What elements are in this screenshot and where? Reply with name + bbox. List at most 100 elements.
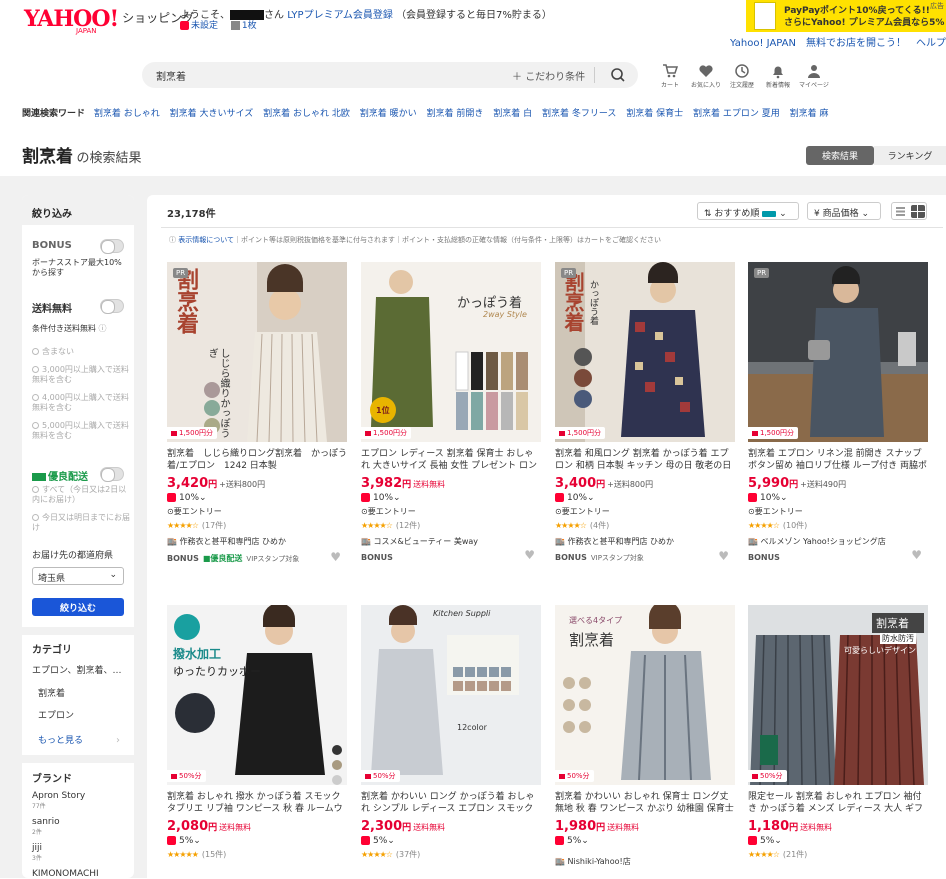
related-word[interactable]: 割烹着 大きいサイズ bbox=[170, 109, 254, 119]
brand-item[interactable]: sanrio 2件 bbox=[32, 817, 60, 836]
points-rate[interactable]: 10%⌄ bbox=[555, 493, 735, 503]
mypage-button[interactable]: マイページ bbox=[796, 63, 832, 89]
info-link[interactable]: 表示情報について bbox=[178, 236, 234, 244]
order-history-button[interactable]: 注文履歴 bbox=[724, 63, 760, 89]
product-image[interactable]: 割烹着 防水防汚 可愛らしいデザイン 50%分 bbox=[748, 605, 928, 785]
product-card[interactable]: かっぽう着 2way Style 1位 1,500円分 エプロン レディース 割… bbox=[361, 262, 541, 562]
product-image[interactable]: かっぽう着 2way Style 1位 1,500円分 bbox=[361, 262, 541, 442]
product-card[interactable]: 割烹着 防水防汚 可愛らしいデザイン 50%分 限定セール 割烹着 おしゃれ エ… bbox=[748, 605, 928, 860]
favorite-heart-icon[interactable]: ♥ bbox=[330, 550, 341, 564]
bonus-toggle[interactable] bbox=[100, 239, 124, 254]
layout-toggle[interactable] bbox=[891, 202, 927, 220]
product-title[interactable]: 割烹着 かわいい ロング かっぽう着 おしゃれ シンプル レディース エプロン … bbox=[361, 791, 541, 815]
points-rate[interactable]: 10%⌄ bbox=[167, 493, 347, 503]
product-card[interactable]: Kitchen Suppli 12color 50%分 割烹着 かわいい ロング… bbox=[361, 605, 541, 860]
favorite-heart-icon[interactable]: ♥ bbox=[718, 549, 729, 563]
favorite-heart-icon[interactable]: ♥ bbox=[911, 548, 922, 562]
fast-delivery-toggle[interactable] bbox=[100, 467, 124, 482]
product-image[interactable]: 選べる4タイプ 割烹着 50%分 bbox=[555, 605, 735, 785]
related-word[interactable]: 割烹着 エプロン 夏用 bbox=[693, 109, 780, 119]
coupon-status[interactable]: 1枚 bbox=[242, 21, 257, 31]
store-link[interactable]: 🏬 作務衣と甚平和専門店 ひめか bbox=[167, 536, 347, 547]
product-card[interactable]: 撥水加工 ゆったりカッポー 50%分 割烹着 おしゃれ 撥水 かっぽう着 スモッ… bbox=[167, 605, 347, 860]
related-word[interactable]: 割烹着 麻 bbox=[790, 109, 829, 119]
rating[interactable]: ★★★★☆ (10件) bbox=[748, 520, 928, 531]
prefecture-select[interactable]: 埼玉県 ⌄ bbox=[32, 567, 124, 585]
points-rate[interactable]: 5%⌄ bbox=[361, 836, 541, 846]
brand-item[interactable]: Apron Story 77件 bbox=[32, 791, 85, 810]
related-word[interactable]: 割烹着 前開き bbox=[426, 109, 483, 119]
product-image[interactable]: 割烹着 しじら織りかっぽうぎ PR 1,500円分 bbox=[167, 262, 347, 442]
product-image[interactable]: 撥水加工 ゆったりカッポー 50%分 bbox=[167, 605, 347, 785]
store-link[interactable]: 🏬 コスメ&ビューティー 美way bbox=[361, 536, 541, 547]
product-title[interactable]: 割烹着 しじら織りロング割烹着 かっぽう着/エプロン 1242 日本製 bbox=[167, 448, 347, 472]
grid-view-icon[interactable] bbox=[911, 205, 925, 218]
points-rate[interactable]: 5%⌄ bbox=[555, 836, 735, 846]
category-item[interactable]: 割烹着 bbox=[38, 686, 65, 699]
related-word[interactable]: 割烹着 おしゃれ 北欧 bbox=[263, 109, 350, 119]
store-link[interactable]: 🏬 作務衣と甚平和専門店 ひめか bbox=[555, 536, 735, 547]
rating[interactable]: ★★★★☆ (12件) bbox=[361, 520, 541, 531]
paypay-status[interactable]: 未設定 bbox=[191, 21, 218, 31]
search-input[interactable]: 割烹着 bbox=[156, 68, 186, 83]
store-link[interactable]: 🏬 Nishiki-Yahoo!店 bbox=[555, 856, 735, 867]
points-rate[interactable]: 10%⌄ bbox=[748, 493, 928, 503]
store-link[interactable]: 🏬 ベルメゾン Yahoo!ショッピング店 bbox=[748, 536, 928, 547]
points-rate[interactable]: 5%⌄ bbox=[167, 836, 347, 846]
product-card[interactable]: 割烹着 かっぽう着 PR 1,500円分 割烹着 和風ロング 割烹着 かっぽう着… bbox=[555, 262, 735, 563]
category-item[interactable]: エプロン bbox=[38, 708, 74, 721]
free-shipping-toggle[interactable] bbox=[100, 299, 124, 314]
cart-button[interactable]: カート bbox=[652, 63, 688, 89]
related-word[interactable]: 割烹着 暖かい bbox=[360, 109, 417, 119]
points-rate[interactable]: 5%⌄ bbox=[748, 836, 928, 846]
sort-select[interactable]: ⇅ おすすめ順 ⌄ bbox=[697, 202, 799, 220]
opt-3000[interactable]: 3,000円以上購入で送料無料を含む bbox=[32, 365, 130, 385]
search-box[interactable]: 割烹着 ＋ こだわり条件 bbox=[142, 62, 638, 88]
product-image[interactable]: 割烹着 かっぽう着 PR 1,500円分 bbox=[555, 262, 735, 442]
product-title[interactable]: エプロン レディース 割烹着 保育士 おしゃれ 大きいサイズ 長袖 女性 プレゼ… bbox=[361, 448, 541, 472]
paypay-promo-banner[interactable]: PayPayポイント10%戻ってくる!! さらにYahoo! プレミアム会員なら… bbox=[746, 0, 946, 32]
opt-5000[interactable]: 5,000円以上購入で送料無料を含む bbox=[32, 421, 130, 441]
favorite-heart-icon[interactable]: ♥ bbox=[524, 548, 535, 562]
rating[interactable]: ★★★★☆ (21件) bbox=[748, 849, 928, 860]
rating[interactable]: ★★★★☆ (37件) bbox=[361, 849, 541, 860]
narrow-down-button[interactable]: 絞り込む bbox=[32, 598, 124, 616]
product-title[interactable]: 割烹着 おしゃれ 撥水 かっぽう着 スモック タブリエ リブ袖 ワンピース 秋 … bbox=[167, 791, 347, 815]
points-rate[interactable]: 10%⌄ bbox=[361, 493, 541, 503]
rating[interactable]: ★★★★☆ (4件) bbox=[555, 520, 735, 531]
related-word[interactable]: 割烹着 冬フリース bbox=[542, 109, 616, 119]
product-card[interactable]: PR 1,500円分 割烹着 エプロン リネン混 前開き スナップボタン留め 袖… bbox=[748, 262, 928, 562]
product-title[interactable]: 割烹着 かわいい おしゃれ 保育士 ロング丈 無地 秋 春 ワンピース かぶり … bbox=[555, 791, 735, 815]
fast-opt-all[interactable]: すべて（今日又は2日以内にお届け） bbox=[32, 485, 130, 505]
product-title[interactable]: 割烹着 和風ロング 割烹着 かっぽう着 エプロン 和柄 日本製 キッチン 母の日… bbox=[555, 448, 735, 472]
yahoo-shopping-logo[interactable]: YAHOO! JAPAN ショッピング bbox=[24, 6, 194, 35]
more-link[interactable]: もっと見る bbox=[38, 733, 83, 746]
fast-opt-today[interactable]: 今日又は明日までにお届け bbox=[32, 513, 130, 533]
tab-results[interactable]: 検索結果 bbox=[806, 146, 874, 165]
product-title[interactable]: 限定セール 割烹着 おしゃれ エプロン 袖付き かっぽう着 メンズ レディース … bbox=[748, 791, 928, 815]
kodawari-button[interactable]: ＋ こだわり条件 bbox=[512, 68, 585, 83]
product-image[interactable]: Kitchen Suppli 12color 50%分 bbox=[361, 605, 541, 785]
top-links[interactable]: Yahoo! JAPAN 無料でお店を開こう！ ヘルプ bbox=[730, 34, 946, 49]
product-title[interactable]: 割烹着 エプロン リネン混 前開き スナップボタン留め 袖ロリブ仕様 ループ付き… bbox=[748, 448, 928, 472]
notifications-button[interactable]: 新着情報 bbox=[760, 63, 796, 89]
price-sort-select[interactable]: ¥ 商品価格 ⌄ bbox=[807, 202, 881, 220]
product-card[interactable]: 割烹着 しじら織りかっぽうぎ PR 1,500円分 割烹着 しじら織りロング割烹… bbox=[167, 262, 347, 564]
related-word[interactable]: 割烹着 白 bbox=[493, 109, 532, 119]
brand-item[interactable]: jiji 3件 bbox=[32, 843, 42, 862]
related-word[interactable]: 割烹着 保育士 bbox=[626, 109, 683, 119]
category-path[interactable]: エプロン、割烹着、… bbox=[32, 663, 121, 676]
rating[interactable]: ★★★★☆ (17件) bbox=[167, 520, 347, 531]
related-word[interactable]: 割烹着 おしゃれ bbox=[94, 109, 160, 119]
product-image[interactable]: PR 1,500円分 bbox=[748, 262, 928, 442]
product-card[interactable]: 選べる4タイプ 割烹着 50%分 割烹着 かわいい おしゃれ 保育士 ロング丈 … bbox=[555, 605, 735, 867]
lyp-premium-link[interactable]: LYPプレミアム会員登録 bbox=[287, 10, 393, 21]
search-icon[interactable] bbox=[610, 67, 626, 86]
opt-4000[interactable]: 4,000円以上購入で送料無料を含む bbox=[32, 393, 130, 413]
opt-none[interactable]: 含まない bbox=[32, 347, 74, 357]
tab-ranking[interactable]: ランキング bbox=[874, 146, 946, 165]
favorites-button[interactable]: お気に入り bbox=[688, 63, 724, 89]
rating[interactable]: ★★★★★ (15件) bbox=[167, 849, 347, 860]
help-icon[interactable]: ⓘ bbox=[99, 324, 107, 333]
list-view-icon[interactable] bbox=[896, 207, 905, 216]
